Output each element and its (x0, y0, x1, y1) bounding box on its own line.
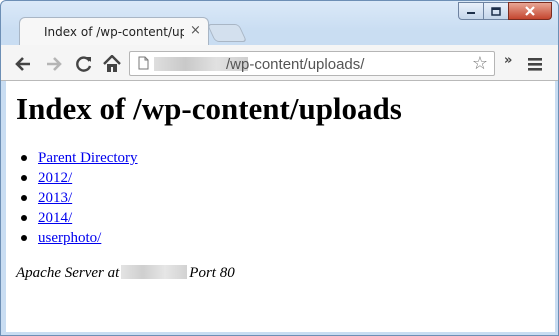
server-port: Port 80 (189, 265, 235, 281)
list-item: 2013/ (21, 189, 138, 209)
forward-arrow-icon (47, 57, 62, 71)
folder-link-2012[interactable]: 2012/ (38, 170, 72, 186)
home-button[interactable] (102, 54, 122, 74)
list-item: Parent Directory (21, 149, 138, 169)
extensions-chevron-icon[interactable]: » (504, 53, 512, 68)
address-path: /wp-content/uploads/ (226, 56, 365, 73)
close-button[interactable] (508, 2, 552, 20)
server-prefix: Apache Server at (16, 265, 120, 281)
parent-directory-link[interactable]: Parent Directory (38, 150, 138, 166)
close-icon (525, 6, 535, 16)
address-bar[interactable]: /wp-content/uploads/ ☆ (129, 51, 495, 76)
tab-title: Index of /wp-content/uploads/ (44, 25, 184, 39)
home-icon (103, 55, 121, 72)
folder-link-2013[interactable]: 2013/ (38, 190, 72, 206)
server-signature: Apache Server at Port 80 (16, 265, 235, 282)
browser-window: Index of /wp-content/uploads/ × (0, 0, 559, 336)
back-button[interactable] (13, 54, 33, 74)
new-tab-button[interactable] (206, 24, 248, 42)
minimize-button[interactable] (458, 2, 484, 20)
page-title: Index of /wp-content/uploads (16, 91, 402, 126)
reload-icon (76, 56, 92, 72)
star-icon[interactable]: ☆ (472, 53, 488, 74)
forward-button[interactable] (44, 54, 64, 74)
chrome-menu-icon (528, 58, 542, 71)
title-bar: Index of /wp-content/uploads/ × (1, 1, 558, 45)
directory-listing: Parent Directory 2012/ 2013/ 2014/ userp… (21, 149, 138, 249)
list-item: userphoto/ (21, 229, 138, 249)
folder-link-userphoto[interactable]: userphoto/ (38, 230, 101, 246)
toolbar: /wp-content/uploads/ ☆ » (1, 45, 558, 81)
folder-link-2014[interactable]: 2014/ (38, 210, 72, 226)
maximize-icon (491, 6, 501, 16)
page-icon (138, 56, 149, 70)
page-content: Index of /wp-content/uploads Parent Dire… (6, 81, 555, 332)
browser-tab[interactable]: Index of /wp-content/uploads/ × (19, 17, 209, 45)
back-arrow-icon (15, 57, 30, 71)
reload-button[interactable] (74, 54, 94, 74)
list-item: 2012/ (21, 169, 138, 189)
minimize-icon (467, 12, 475, 14)
redacted-server-name (121, 265, 188, 279)
tab-close-icon[interactable]: × (190, 23, 201, 38)
window-controls (458, 2, 552, 20)
list-item: 2014/ (21, 209, 138, 229)
chrome-menu-button[interactable] (528, 56, 542, 75)
maximize-button[interactable] (483, 2, 509, 20)
